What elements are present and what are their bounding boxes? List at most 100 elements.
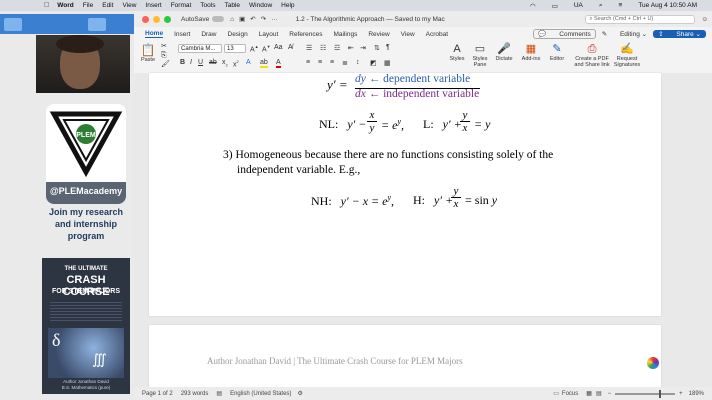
superscript-button[interactable]: x2 — [233, 59, 239, 68]
menu-format[interactable]: Format — [171, 2, 192, 9]
home-icon[interactable]: ⌂ — [230, 16, 234, 23]
decrease-indent-icon[interactable]: ⇤ — [348, 44, 354, 52]
sort-icon[interactable]: ⇅ — [374, 44, 380, 52]
strikethrough-button[interactable]: ab — [209, 59, 217, 66]
zoom-slider-thumb[interactable] — [659, 389, 662, 398]
align-center-icon[interactable]: ≡ — [318, 59, 322, 66]
text-effects-icon[interactable]: A — [246, 59, 251, 66]
battery-icon[interactable]: ▭ — [552, 2, 558, 10]
borders-icon[interactable]: ▦ — [384, 59, 391, 67]
menu-window[interactable]: Window — [249, 2, 272, 9]
underline-button[interactable]: U — [198, 59, 203, 66]
tab-review[interactable]: Review — [368, 31, 389, 38]
zoom-level[interactable]: 189% — [689, 391, 704, 397]
autosave-toggle[interactable] — [212, 16, 225, 22]
tab-insert[interactable]: Insert — [174, 31, 190, 38]
menu-help[interactable]: Help — [281, 2, 294, 9]
tab-design[interactable]: Design — [228, 31, 248, 38]
web-layout-icon[interactable]: ▤ — [596, 390, 602, 397]
zoom-slider[interactable] — [615, 389, 676, 398]
menu-table[interactable]: Table — [224, 2, 240, 9]
wifi-icon[interactable]: ◠ — [530, 2, 536, 10]
dictate-button[interactable]: 🎤 Dictate — [494, 43, 514, 62]
search-icon[interactable]: ⌕ — [599, 2, 603, 10]
menu-edit[interactable]: Edit — [102, 2, 113, 9]
print-layout-icon[interactable]: ▦ — [586, 390, 592, 397]
comments-button[interactable]: 💬 Comments — [533, 29, 596, 39]
zoom-window-button[interactable] — [164, 15, 171, 23]
more-icon[interactable]: ··· — [271, 16, 278, 23]
styles-button[interactable]: A Styles — [447, 43, 467, 62]
focus-button[interactable]: Focus — [562, 391, 578, 397]
keyboard-layout[interactable]: UA — [574, 2, 583, 9]
grow-font-icon[interactable]: A▲ — [250, 44, 259, 53]
editing-button[interactable]: ✎ Editing ⌄ — [602, 30, 647, 38]
document-page-2[interactable]: Author Jonathan David | The Ultimate Cra… — [149, 325, 661, 387]
font-color-icon[interactable]: A — [276, 59, 281, 68]
format-painter-icon[interactable]: 🖌 — [161, 61, 170, 68]
close-window-button[interactable] — [142, 15, 149, 23]
change-case-icon[interactable]: Aa — [274, 44, 283, 51]
copilot-icon[interactable] — [647, 357, 659, 369]
tab-draw[interactable]: Draw — [201, 31, 216, 38]
create-pdf-button[interactable]: ⎙ Create a PDF and Share link — [574, 43, 610, 68]
redo-icon[interactable]: ↷ — [261, 15, 266, 23]
doc-title[interactable]: 1.2 - The Algorithmic Approach — Saved t… — [296, 16, 445, 23]
tab-layout[interactable]: Layout — [259, 31, 279, 38]
align-left-icon[interactable]: ≡ — [306, 59, 310, 66]
copy-icon[interactable]: ⎘ — [161, 52, 167, 59]
line-spacing-icon[interactable]: ↕ — [356, 59, 360, 66]
editor-button[interactable]: ✎ Editor — [547, 43, 567, 62]
increase-indent-icon[interactable]: ⇥ — [360, 44, 366, 52]
align-right-icon[interactable]: ≡ — [330, 59, 334, 66]
bullets-icon[interactable]: ☰ — [306, 44, 312, 52]
justify-icon[interactable]: ≣ — [342, 59, 348, 67]
menu-tools[interactable]: Tools — [200, 2, 215, 9]
document-page[interactable]: y′ = dy ← dependent variable dx ← indepe… — [149, 73, 661, 316]
menu-clock[interactable]: Tue Aug 4 10:50 AM — [638, 2, 697, 9]
tab-view[interactable]: View — [401, 31, 415, 38]
font-size-select[interactable]: 13 — [224, 44, 246, 53]
share-button[interactable]: ⇪ Share ⌄ — [653, 30, 706, 38]
folder-icon[interactable] — [88, 18, 106, 31]
minimize-window-button[interactable] — [153, 15, 160, 23]
tab-references[interactable]: References — [289, 31, 322, 38]
italic-button[interactable]: I — [190, 59, 192, 66]
tab-mailings[interactable]: Mailings — [334, 31, 358, 38]
multilevel-list-icon[interactable]: ☲ — [334, 44, 340, 52]
undo-icon[interactable]: ↶ — [250, 15, 255, 23]
paste-button[interactable]: 📋 Paste — [139, 43, 157, 63]
accessibility-icon[interactable]: ⚙ — [297, 390, 302, 397]
focus-icon[interactable]: ▭ — [553, 390, 559, 397]
shrink-font-icon[interactable]: A▼ — [262, 44, 271, 53]
addins-button[interactable]: ▦ Add-ins — [520, 43, 542, 62]
styles-pane-button[interactable]: ▭ Styles Pane — [469, 43, 491, 68]
menu-file[interactable]: File — [83, 2, 93, 9]
profile-icon[interactable]: ☺ — [701, 16, 708, 23]
control-center-icon[interactable]: ≡ — [619, 2, 623, 9]
pilcrow-icon[interactable]: ¶ — [386, 44, 390, 51]
tab-acrobat[interactable]: Acrobat — [426, 31, 448, 38]
zoom-in-button[interactable]: + — [679, 391, 683, 397]
numbering-icon[interactable]: ☷ — [320, 44, 326, 52]
font-name-select[interactable]: Cambria M... — [178, 44, 222, 53]
apple-icon[interactable]:  — [44, 2, 49, 9]
proofing-icon[interactable]: ▤ — [216, 390, 222, 397]
bold-button[interactable]: B — [180, 59, 185, 66]
page-count[interactable]: Page 1 of 2 — [142, 391, 173, 397]
tab-home[interactable]: Home — [145, 30, 164, 38]
language-indicator[interactable]: English (United States) — [230, 391, 291, 397]
subscript-button[interactable]: x2 — [222, 59, 228, 67]
request-signatures-button[interactable]: ✍ Request Signatures — [612, 43, 642, 68]
shading-icon[interactable]: ◩ — [370, 59, 377, 67]
word-count[interactable]: 293 words — [181, 391, 209, 397]
clear-format-icon[interactable]: A̸ — [288, 44, 293, 51]
menu-insert[interactable]: Insert — [145, 2, 161, 9]
highlight-icon[interactable]: ab — [260, 59, 268, 68]
folder-icon[interactable] — [4, 18, 22, 31]
save-icon[interactable]: ▣ — [239, 15, 245, 23]
cut-icon[interactable]: ✂ — [161, 43, 167, 50]
zoom-out-button[interactable]: − — [608, 391, 612, 397]
menu-view[interactable]: View — [122, 2, 136, 9]
menu-app-name[interactable]: Word — [57, 2, 74, 9]
